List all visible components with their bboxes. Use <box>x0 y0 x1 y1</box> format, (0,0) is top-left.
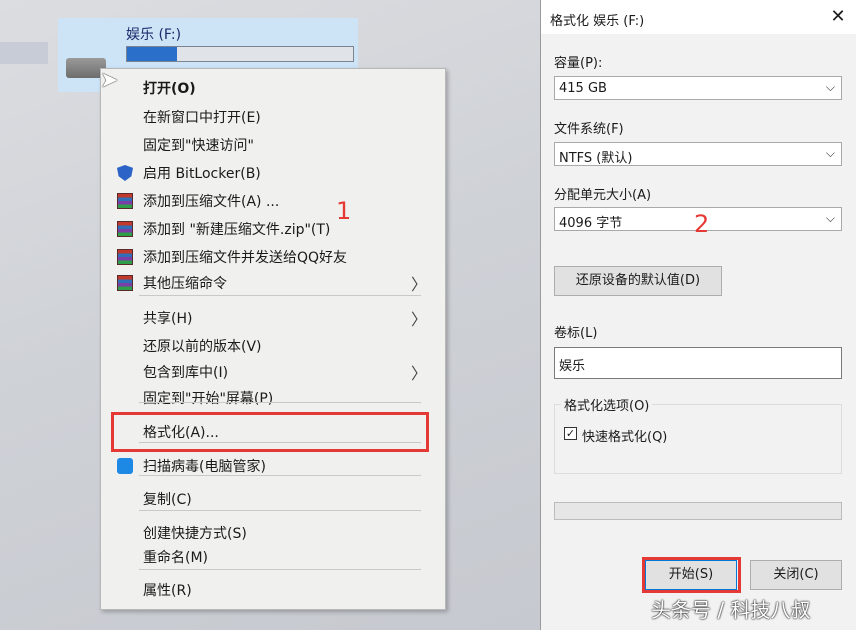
close-icon[interactable]: ✕ <box>827 6 849 28</box>
filesystem-label: 文件系统(F) <box>554 122 624 137</box>
chevron-right-icon: 〉 <box>410 310 427 329</box>
menu-item[interactable]: 创建快捷方式(S) <box>101 522 447 544</box>
menu-item-label: 扫描病毒(电脑管家) <box>143 459 266 475</box>
format-highlight-box <box>111 412 429 452</box>
format-dialog: 格式化 娱乐 (F:) ✕ 容量(P): 415 GB ⌵ 文件系统(F) NT… <box>540 0 856 630</box>
step-2-annotation: 2 <box>694 210 710 238</box>
menu-item[interactable]: 添加到压缩文件(A) ... <box>101 190 447 212</box>
menu-separator <box>139 569 421 570</box>
chevron-down-icon: ⌵ <box>825 146 835 160</box>
menu-item[interactable]: 打开(O) <box>101 77 447 99</box>
menu-item-label: 重命名(M) <box>143 550 209 566</box>
background-window-strip <box>0 42 48 64</box>
dialog-title: 格式化 娱乐 (F:) <box>550 14 645 29</box>
menu-separator <box>139 475 421 476</box>
menu-item[interactable]: 包含到库中(I) 〉 <box>101 361 447 383</box>
photo-background: 娱乐 (F:) 打开(O) 在新窗口中打开(E) 固定到"快速访问" 启用 BitLo… <box>0 0 540 630</box>
menu-item[interactable]: 复制(C) <box>101 488 447 510</box>
menu-item-label: 添加到压缩文件(A) ... <box>143 194 280 210</box>
menu-item[interactable]: 扫描病毒(电脑管家) <box>101 455 447 477</box>
menu-item-label: 启用 BitLocker(B) <box>143 166 261 182</box>
menu-item-label: 属性(R) <box>143 583 192 599</box>
menu-item-label: 固定到"快速访问" <box>143 138 254 154</box>
menu-item-label: 添加到 "新建压缩文件.zip"(T) <box>143 222 331 238</box>
menu-item[interactable]: 添加到压缩文件并发送给QQ好友 <box>101 246 447 268</box>
alloc-unit-value: 4096 字节 <box>559 216 623 231</box>
alloc-unit-label: 分配单元大小(A) <box>554 188 652 203</box>
filesystem-select[interactable]: NTFS (默认) ⌵ <box>554 142 842 166</box>
menu-item-label: 共享(H) <box>143 311 193 327</box>
volume-label-label: 卷标(L) <box>554 326 598 341</box>
menu-item[interactable]: 重命名(M) <box>101 546 447 568</box>
volume-label-value: 娱乐 <box>559 359 586 374</box>
format-options-label: 格式化选项(O) <box>561 395 653 414</box>
menu-item[interactable]: 其他压缩命令 〉 <box>101 272 447 294</box>
menu-item[interactable]: 属性(R) <box>101 579 447 601</box>
chevron-right-icon: 〉 <box>410 275 427 294</box>
volume-label-input[interactable]: 娱乐 <box>554 347 842 379</box>
quick-format-checkbox[interactable]: ✓ <box>564 427 577 440</box>
menu-item-label: 复制(C) <box>143 492 192 508</box>
archive-icon <box>117 193 133 209</box>
capacity-value: 415 GB <box>559 81 607 96</box>
archive-icon <box>117 249 133 265</box>
capacity-label: 容量(P): <box>554 56 603 71</box>
chevron-down-icon: ⌵ <box>825 211 835 225</box>
menu-item[interactable]: 还原以前的版本(V) <box>101 335 447 357</box>
start-highlight-box <box>642 557 741 593</box>
step-1-annotation: 1 <box>336 197 352 225</box>
menu-separator <box>139 295 421 296</box>
menu-item[interactable]: 启用 BitLocker(B) <box>101 162 447 184</box>
context-menu: 打开(O) 在新窗口中打开(E) 固定到"快速访问" 启用 BitLocker(B) 添… <box>100 68 446 610</box>
menu-item-label: 包含到库中(I) <box>143 365 229 381</box>
drive-usage-fill <box>127 47 177 61</box>
menu-item[interactable]: 添加到 "新建压缩文件.zip"(T) <box>101 218 447 240</box>
menu-item[interactable]: 固定到"快速访问" <box>101 134 447 156</box>
menu-item-label: 在新窗口中打开(E) <box>143 110 261 126</box>
menu-item[interactable]: 共享(H) 〉 <box>101 307 447 329</box>
filesystem-value: NTFS (默认) <box>559 151 633 166</box>
menu-separator <box>139 510 421 511</box>
menu-item-label: 打开(O) <box>143 81 196 97</box>
archive-icon <box>117 221 133 237</box>
menu-item-label: 其他压缩命令 <box>143 276 227 292</box>
menu-item[interactable]: 在新窗口中打开(E) <box>101 106 447 128</box>
mouse-cursor-icon: ➤ <box>100 68 119 93</box>
drive-usage-bar <box>126 46 354 62</box>
scan-icon <box>117 458 133 474</box>
chevron-down-icon: ⌵ <box>825 80 835 94</box>
menu-item[interactable]: 固定到"开始"屏幕(P) <box>101 387 447 409</box>
shield-icon <box>117 165 133 181</box>
quick-format-label[interactable]: 快速格式化(Q) <box>582 426 667 445</box>
drive-label: 娱乐 (F:) <box>126 27 182 43</box>
menu-item-label: 还原以前的版本(V) <box>143 339 262 355</box>
format-progress-bar <box>554 502 842 520</box>
menu-item-label: 创建快捷方式(S) <box>143 526 247 542</box>
restore-defaults-button[interactable]: 还原设备的默认值(D) <box>554 266 722 296</box>
capacity-select[interactable]: 415 GB ⌵ <box>554 76 842 100</box>
archive-icon <box>117 275 133 291</box>
chevron-right-icon: 〉 <box>410 364 427 383</box>
close-button[interactable]: 关闭(C) <box>750 560 842 590</box>
dialog-titlebar: 格式化 娱乐 (F:) ✕ <box>541 0 856 34</box>
menu-item-label: 添加到压缩文件并发送给QQ好友 <box>143 250 348 266</box>
watermark: 头条号 / 科技八叔 <box>651 598 811 622</box>
menu-item-label: 固定到"开始"屏幕(P) <box>143 391 274 407</box>
menu-separator <box>139 402 421 403</box>
